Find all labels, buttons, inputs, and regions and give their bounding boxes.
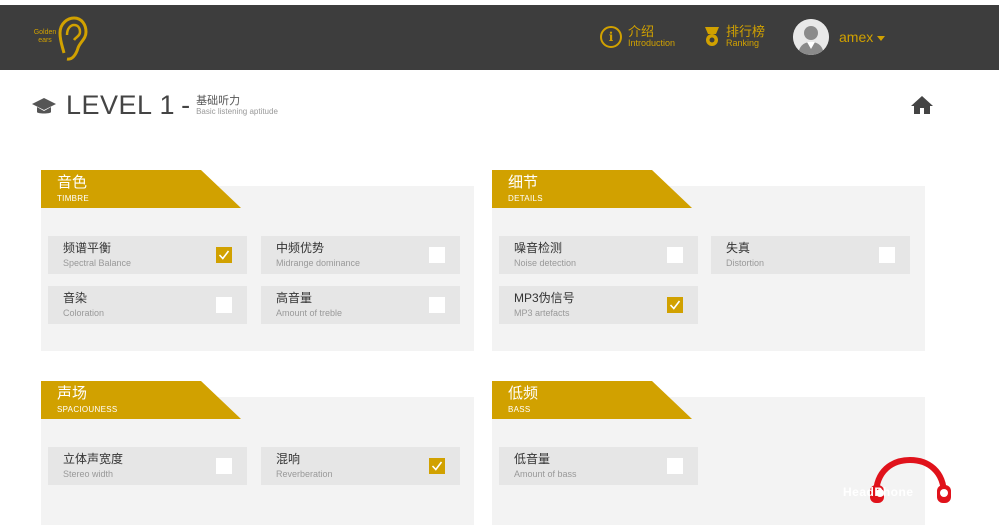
checkbox-checked[interactable] (667, 297, 683, 313)
item-label-en: MP3 artefacts (514, 308, 570, 318)
avatar (793, 19, 829, 55)
item-label-cn: 中频优势 (276, 241, 325, 255)
test-item-spectral-balance[interactable]: 频谱平衡 Spectral Balance (48, 236, 247, 274)
item-label-cn: 失真 (726, 241, 751, 255)
info-icon: i (600, 25, 622, 48)
medal-icon (705, 26, 719, 46)
test-item-mp3-artefacts[interactable]: MP3伪信号 MP3 artefacts (499, 286, 698, 324)
headphone-watermark: HeadPhone (840, 455, 999, 525)
item-label-en: Distortion (726, 258, 765, 268)
page-header: LEVEL 1 - 基础听力 Basic listening aptitude (32, 90, 278, 120)
nav-ranking-en: Ranking (726, 38, 760, 48)
checkbox[interactable] (216, 458, 232, 474)
nav-intro-cn: 介绍 (628, 24, 655, 39)
section-title-cn: 音色 (57, 174, 88, 191)
section-title-en: BASS (508, 405, 531, 414)
checkbox[interactable] (667, 458, 683, 474)
checkbox[interactable] (429, 247, 445, 263)
item-label-en: Amount of treble (276, 308, 343, 318)
caret-down-icon (877, 35, 886, 41)
section-title-cn: 低频 (508, 385, 539, 402)
section-tab: 声场 SPACIOUNESS (41, 381, 241, 421)
section-tab: 音色 TIMBRE (41, 170, 241, 210)
nav-intro-en: Introduction (628, 38, 676, 48)
item-label-cn: 噪音检测 (514, 241, 563, 255)
item-label-cn: 混响 (276, 452, 301, 466)
section-timbre: 音色 TIMBRE 频谱平衡 Spectral Balance 中频优势 Mid… (41, 170, 474, 351)
section-tab: 细节 DETAILS (492, 170, 692, 210)
nav-ranking-cn: 排行榜 (726, 24, 766, 39)
item-label-cn: MP3伪信号 (514, 291, 575, 305)
item-label-en: Reverberation (276, 469, 333, 479)
checkbox-checked[interactable] (429, 458, 445, 474)
test-item-noise-detection[interactable]: 噪音检测 Noise detection (499, 236, 698, 274)
section-title-cn: 细节 (508, 174, 539, 191)
test-item-coloration[interactable]: 音染 Coloration (48, 286, 247, 324)
username: amex (839, 29, 886, 45)
level-dash: - (181, 90, 191, 120)
nav-ranking[interactable]: 排行榜 Ranking (704, 25, 765, 48)
ear-icon (58, 16, 88, 61)
section-title-en: DETAILS (508, 194, 543, 203)
item-label-en: Stereo width (63, 469, 114, 479)
section-title-en: SPACIOUNESS (57, 405, 118, 414)
checkbox[interactable] (879, 247, 895, 263)
item-label-cn: 低音量 (514, 452, 551, 466)
test-item-reverberation[interactable]: 混响 Reverberation (261, 447, 460, 485)
checkbox[interactable] (216, 297, 232, 313)
level-subtitle-cn: 基础听力 (196, 95, 241, 107)
item-label-cn: 高音量 (276, 291, 313, 305)
test-item-stereo-width[interactable]: 立体声宽度 Stereo width (48, 447, 247, 485)
item-label-cn: 频谱平衡 (63, 241, 112, 255)
section-title-cn: 声场 (57, 385, 88, 402)
item-label-en: Noise detection (514, 258, 577, 268)
test-item-amount-of-treble[interactable]: 高音量 Amount of treble (261, 286, 460, 324)
item-label-cn: 音染 (63, 291, 88, 305)
golden-ears-logo[interactable]: Golden ears (28, 13, 98, 63)
user-menu[interactable]: amex (793, 19, 886, 55)
section-tab: 低频 BASS (492, 381, 692, 421)
level-subtitle: 基础听力 Basic listening aptitude (196, 95, 278, 117)
test-item-distortion[interactable]: 失真 Distortion (711, 236, 910, 274)
checkbox-checked[interactable] (216, 247, 232, 263)
checkbox[interactable] (429, 297, 445, 313)
item-label-en: Spectral Balance (63, 258, 132, 268)
level-subtitle-en: Basic listening aptitude (196, 107, 278, 116)
item-label-en: Amount of bass (514, 469, 577, 479)
item-label-en: Midrange dominance (276, 258, 361, 268)
test-item-amount-of-bass[interactable]: 低音量 Amount of bass (499, 447, 698, 485)
level-title: LEVEL 1 (66, 90, 176, 120)
section-spaciousness: 声场 SPACIOUNESS 立体声宽度 Stereo width 混响 Rev… (41, 381, 474, 525)
logo-text: Golden ears (33, 29, 57, 44)
nav-introduction[interactable]: i 介绍 Introduction (600, 25, 675, 48)
checkbox[interactable] (667, 247, 683, 263)
section-title-en: TIMBRE (57, 194, 90, 203)
home-icon[interactable] (910, 95, 934, 115)
section-details: 细节 DETAILS 噪音检测 Noise detection 失真 Disto… (492, 170, 925, 351)
navbar: Golden ears i 介绍 Introduction 排行榜 Ranking (0, 5, 999, 70)
graduation-cap-icon (32, 98, 56, 114)
item-label-cn: 立体声宽度 (63, 452, 124, 466)
watermark-text: HeadPhone (843, 485, 914, 499)
test-item-midrange-dominance[interactable]: 中频优势 Midrange dominance (261, 236, 460, 274)
item-label-en: Coloration (63, 308, 105, 318)
